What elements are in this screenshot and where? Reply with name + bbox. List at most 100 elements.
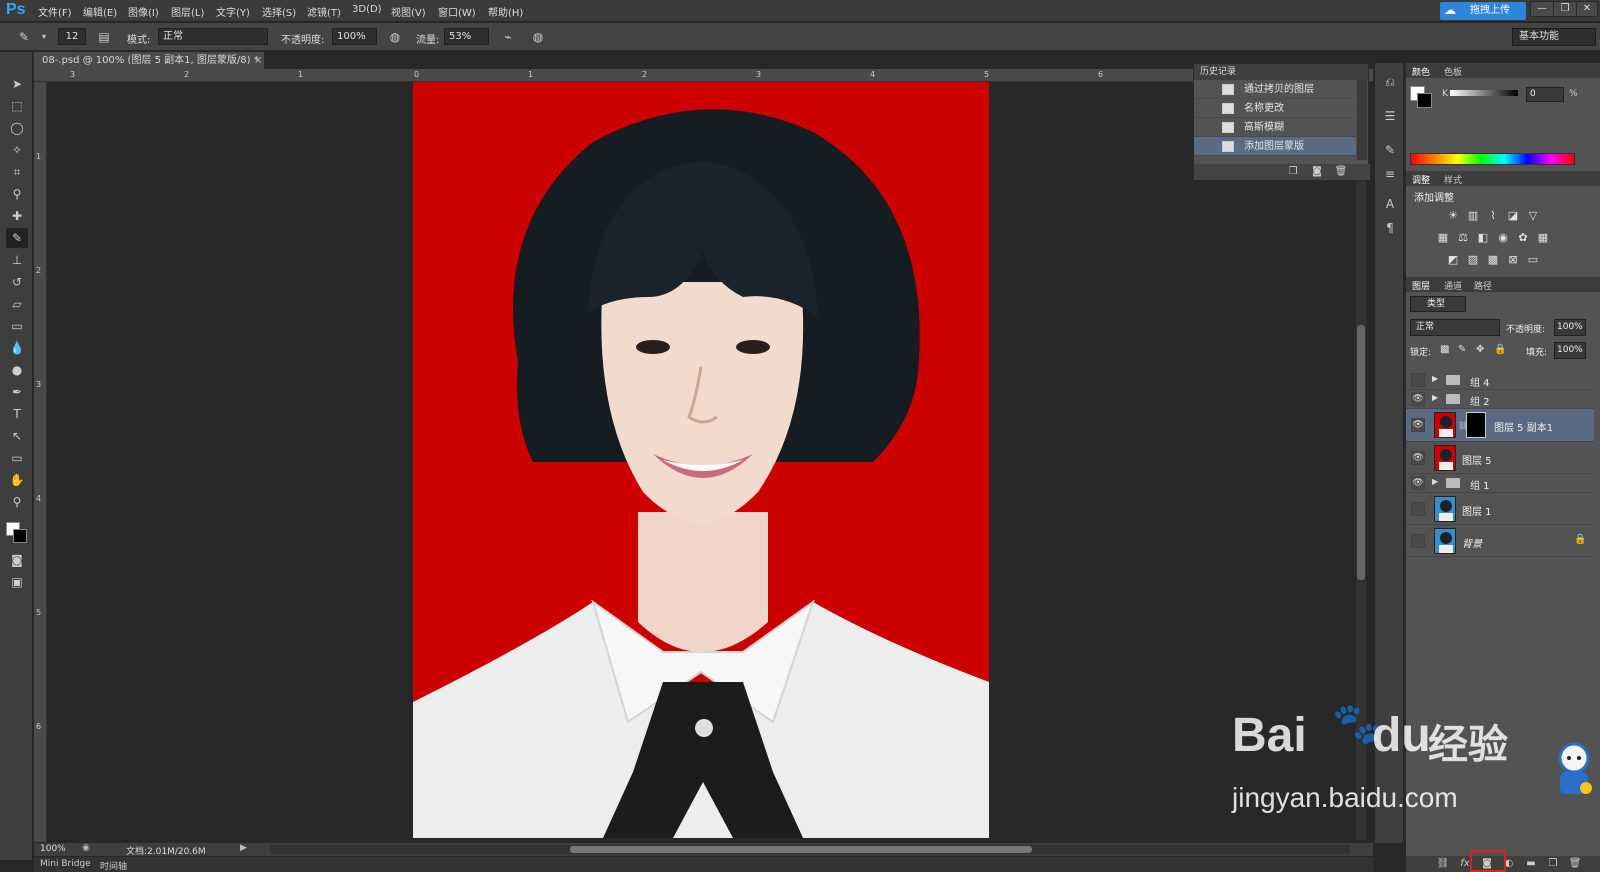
threshold-icon[interactable]: ▩ bbox=[1486, 253, 1500, 267]
blend-mode-select[interactable]: 正常 bbox=[1410, 319, 1500, 336]
tab-adjustments[interactable]: 调整 bbox=[1412, 173, 1430, 186]
chevron-down-icon[interactable]: ▾ bbox=[36, 29, 52, 45]
lock-position-icon[interactable]: ✥ bbox=[1476, 344, 1484, 355]
levels-icon[interactable]: ▥ bbox=[1466, 209, 1480, 223]
black-white-icon[interactable]: ◧ bbox=[1476, 231, 1490, 245]
lasso-tool-icon[interactable]: ◯ bbox=[6, 118, 28, 138]
link-layers-icon[interactable]: ⛓ bbox=[1436, 858, 1450, 870]
marquee-tool-icon[interactable]: ⬚ bbox=[6, 96, 28, 116]
quick-mask-icon[interactable]: ◙ bbox=[6, 550, 28, 570]
document-canvas[interactable] bbox=[413, 82, 989, 838]
history-item[interactable]: 名称更改 bbox=[1194, 99, 1356, 118]
delete-layer-icon[interactable]: 🗑 bbox=[1568, 858, 1582, 870]
brush-size-picker[interactable]: 12 bbox=[58, 28, 86, 45]
color-spectrum-bar[interactable] bbox=[1410, 153, 1575, 165]
vibrance-icon[interactable]: ▽ bbox=[1526, 209, 1540, 223]
history-icon[interactable]: ⎌ bbox=[1381, 73, 1399, 91]
k-channel-value[interactable]: 0 bbox=[1526, 87, 1564, 102]
screen-mode-icon[interactable]: ▣ bbox=[6, 572, 28, 592]
move-tool-icon[interactable]: ➤ bbox=[6, 74, 28, 94]
photo-filter-icon[interactable]: ◉ bbox=[1496, 231, 1510, 245]
properties-icon[interactable]: ☰ bbox=[1381, 107, 1399, 125]
eraser-tool-icon[interactable]: ▱ bbox=[6, 294, 28, 314]
tab-color[interactable]: 颜色 bbox=[1412, 65, 1430, 78]
eye-icon[interactable]: 👁 bbox=[1411, 418, 1425, 432]
quick-select-tool-icon[interactable]: ✧ bbox=[6, 140, 28, 160]
brightness-icon[interactable]: ☀ bbox=[1446, 209, 1460, 223]
tab-mini-bridge[interactable]: Mini Bridge bbox=[40, 859, 91, 869]
color-lookup-icon[interactable]: ▦ bbox=[1536, 231, 1550, 245]
layer-row[interactable]: 图层 1 bbox=[1406, 493, 1594, 525]
stamp-tool-icon[interactable]: ⊥ bbox=[6, 250, 28, 270]
flow-field[interactable]: 53% bbox=[444, 28, 489, 45]
vertical-scroll-thumb[interactable] bbox=[1357, 325, 1365, 580]
menu-file[interactable]: 文件(F) bbox=[38, 4, 72, 19]
type-tool-icon[interactable]: T bbox=[6, 404, 28, 424]
bg-color-swatch[interactable] bbox=[1417, 93, 1432, 108]
menu-view[interactable]: 视图(V) bbox=[391, 4, 426, 19]
tab-channels[interactable]: 通道 bbox=[1444, 279, 1462, 292]
background-color-swatch[interactable] bbox=[13, 529, 27, 543]
workspace-select[interactable]: 基本功能 bbox=[1512, 28, 1596, 46]
k-channel-slider[interactable] bbox=[1450, 90, 1518, 96]
history-item[interactable]: 高斯模糊 bbox=[1194, 118, 1356, 137]
selective-color-icon[interactable]: ⊠ bbox=[1506, 253, 1520, 267]
menu-type[interactable]: 文字(Y) bbox=[216, 4, 250, 19]
hand-tool-icon[interactable]: ✋ bbox=[6, 470, 28, 490]
history-brush-tool-icon[interactable]: ↺ bbox=[6, 272, 28, 292]
lock-all-icon[interactable]: 🔒 bbox=[1494, 344, 1506, 355]
layer-row[interactable]: 👁 图层 5 bbox=[1406, 442, 1594, 474]
paragraph-icon[interactable]: ¶ bbox=[1381, 219, 1399, 237]
menu-select[interactable]: 选择(S) bbox=[262, 4, 296, 19]
zoom-level[interactable]: 100% bbox=[40, 844, 66, 854]
healing-tool-icon[interactable]: ✚ bbox=[6, 206, 28, 226]
dodge-tool-icon[interactable]: ● bbox=[6, 360, 28, 380]
close-icon[interactable]: × bbox=[254, 52, 262, 69]
menu-3d[interactable]: 3D(D) bbox=[352, 4, 382, 15]
hue-sat-icon[interactable]: ▦ bbox=[1436, 231, 1450, 245]
menu-filter[interactable]: 滤镜(T) bbox=[307, 4, 341, 19]
color-balance-icon[interactable]: ⚖ bbox=[1456, 231, 1470, 245]
expand-arrow-icon[interactable]: ▶ bbox=[1432, 477, 1438, 486]
layer-row[interactable]: 👁 ▶ 组 2 bbox=[1406, 390, 1594, 409]
character-icon[interactable]: A bbox=[1381, 195, 1399, 213]
shape-tool-icon[interactable]: ▭ bbox=[6, 448, 28, 468]
visibility-toggle[interactable] bbox=[1411, 534, 1425, 548]
horizontal-scroll-thumb[interactable] bbox=[570, 846, 1032, 853]
layer-row[interactable]: 👁 ▶ 组 1 bbox=[1406, 474, 1594, 493]
layer-row[interactable]: 背景 🔒 bbox=[1406, 525, 1594, 557]
history-scrollbar[interactable] bbox=[1357, 80, 1367, 160]
mode-select[interactable]: 正常 bbox=[158, 28, 268, 45]
expand-arrow-icon[interactable]: ▶ bbox=[1432, 374, 1438, 383]
layer-opacity-field[interactable]: 100% bbox=[1554, 319, 1586, 336]
layer-row[interactable]: ▶ 组 4 bbox=[1406, 371, 1594, 390]
new-document-from-state-icon[interactable]: ❐ bbox=[1286, 166, 1300, 178]
channel-mixer-icon[interactable]: ✿ bbox=[1516, 231, 1530, 245]
document-tab[interactable]: 08-.psd @ 100% (图层 5 副本1, 图层蒙版/8) * × bbox=[34, 52, 264, 69]
lock-transparent-icon[interactable]: ▩ bbox=[1440, 344, 1449, 355]
blur-tool-icon[interactable]: 💧 bbox=[6, 338, 28, 358]
history-item-active[interactable]: 添加图层蒙版 bbox=[1194, 137, 1356, 156]
eye-icon[interactable]: 👁 bbox=[1411, 451, 1425, 465]
trash-icon[interactable]: 🗑 bbox=[1334, 166, 1348, 178]
fill-field[interactable]: 100% bbox=[1554, 342, 1586, 359]
visibility-toggle[interactable] bbox=[1411, 373, 1425, 387]
pen-tool-icon[interactable]: ✒ bbox=[6, 382, 28, 402]
invert-icon[interactable]: ◩ bbox=[1446, 253, 1460, 267]
new-group-icon[interactable]: ▬ bbox=[1524, 858, 1538, 870]
lock-pixels-icon[interactable]: ✎ bbox=[1458, 344, 1466, 355]
layer-mask-thumbnail[interactable] bbox=[1466, 412, 1486, 438]
tab-swatches[interactable]: 色板 bbox=[1444, 65, 1462, 78]
brush-tool-icon[interactable]: ✎ bbox=[16, 29, 32, 45]
brush-tool-icon[interactable]: ✎ bbox=[6, 228, 28, 248]
close-button[interactable]: ✕ bbox=[1576, 1, 1598, 17]
snapshot-icon[interactable]: ◙ bbox=[1310, 166, 1324, 178]
history-panel-title[interactable]: 历史记录 bbox=[1194, 64, 1368, 80]
menu-edit[interactable]: 编辑(E) bbox=[83, 4, 117, 19]
expand-arrow-icon[interactable]: ▶ bbox=[1432, 393, 1438, 402]
pressure-opacity-icon[interactable]: ◍ bbox=[387, 29, 403, 45]
exposure-icon[interactable]: ◪ bbox=[1506, 209, 1520, 223]
restore-button[interactable]: ❐ bbox=[1553, 1, 1577, 17]
visibility-toggle[interactable] bbox=[1411, 502, 1425, 516]
eye-icon[interactable]: 👁 bbox=[1411, 476, 1425, 490]
